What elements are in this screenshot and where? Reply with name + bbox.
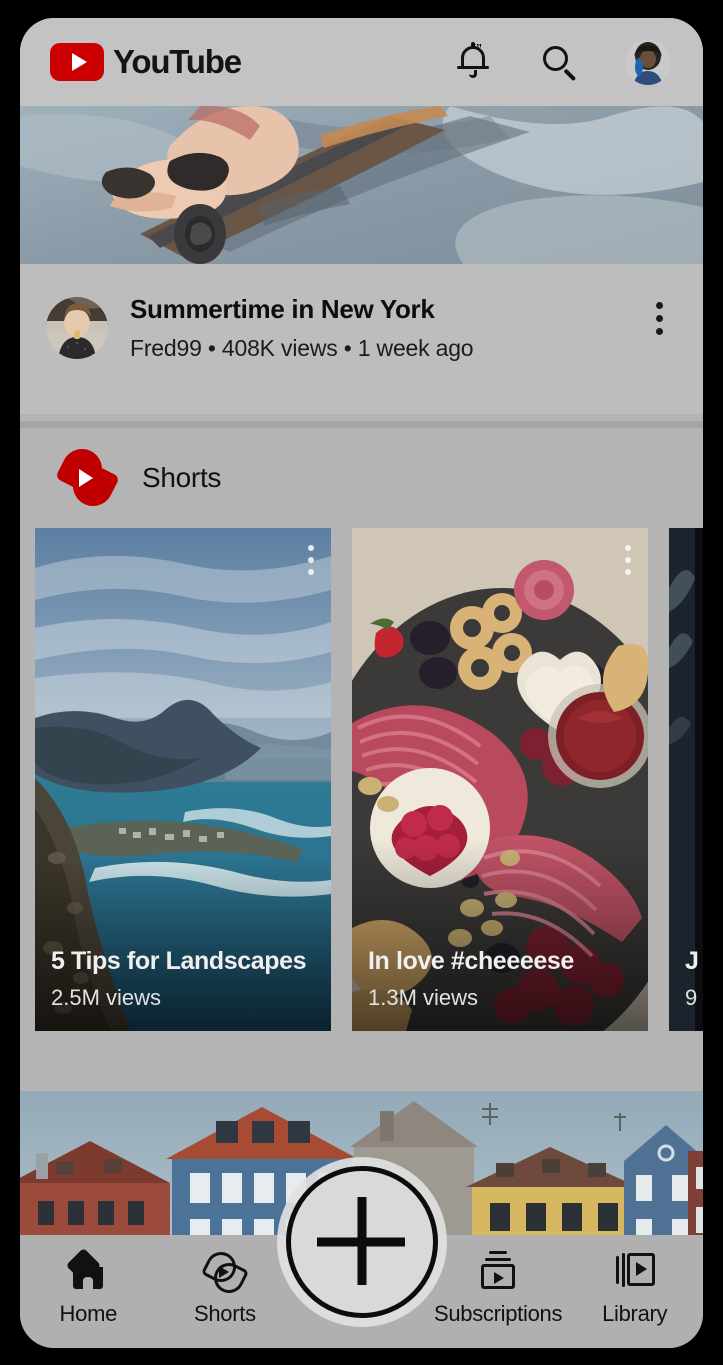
shorts-card-views: 2.5M views (51, 985, 162, 1010)
nav-label-home: Home (59, 1301, 118, 1326)
bell-icon[interactable] (453, 42, 493, 82)
shorts-logo-icon (55, 442, 120, 513)
shorts-shelf: Shorts 5 Tips for Landscapes 2.5M views … (20, 428, 703, 1058)
shorts-card-menu-icon[interactable] (308, 545, 314, 581)
shorts-card-menu-icon[interactable] (625, 545, 631, 581)
nav-label-shorts: Shorts (193, 1301, 256, 1326)
shorts-card[interactable]: 5 Tips for Landscapes 2.5M views (35, 528, 331, 1031)
phone-screen: YouTube Summertime in New York Fred99 • … (20, 18, 703, 1348)
shorts-card-caption: 5 Tips for Landscapes 2.5M views (35, 947, 331, 1031)
kebab-menu-icon[interactable] (643, 300, 677, 340)
shorts-card-views: 9 (685, 985, 698, 1010)
avatar-image (625, 39, 671, 85)
video-thumbnail[interactable] (20, 106, 703, 264)
avatar[interactable] (625, 39, 671, 85)
search-icon[interactable] (539, 42, 579, 82)
shorts-icon (200, 1246, 250, 1299)
shorts-card-views: 1.3M views (368, 985, 479, 1010)
nav-item-home[interactable]: Home (20, 1247, 157, 1327)
video-title: Summertime in New York (130, 294, 435, 324)
header-actions (453, 39, 671, 85)
nav-label-subscriptions: Subscriptions (433, 1301, 563, 1326)
skateboard-photo (20, 106, 703, 264)
shorts-card-caption: In love #cheeeese 1.3M views (352, 947, 648, 1031)
shorts-card[interactable]: In love #cheeeese 1.3M views (352, 528, 648, 1031)
shorts-carousel[interactable]: 5 Tips for Landscapes 2.5M views In love… (20, 528, 703, 1031)
youtube-play-icon (50, 43, 104, 81)
nav-item-shorts[interactable]: Shorts (157, 1246, 294, 1327)
phone-device-frame: YouTube Summertime in New York Fred99 • … (0, 0, 723, 1365)
nav-label-library: Library (602, 1301, 668, 1326)
shorts-card-caption: J 9 (669, 947, 703, 1031)
video-meta-row[interactable]: Summertime in New York Fred99 • 408K vie… (20, 264, 703, 414)
shorts-card-title: In love #cheeeese (368, 947, 574, 976)
shorts-card[interactable]: J 9 (669, 528, 703, 1031)
shorts-card-title: J (685, 947, 699, 976)
shorts-header[interactable]: Shorts (20, 428, 703, 528)
video-subtitle: Fred99 • 408K views • 1 week ago (130, 335, 474, 361)
nav-item-library[interactable]: Library (566, 1251, 703, 1327)
create-button[interactable] (285, 1166, 438, 1318)
channel-avatar-image (46, 297, 108, 359)
shorts-card-title: 5 Tips for Landscapes (51, 947, 307, 976)
section-divider (20, 421, 703, 428)
channel-avatar[interactable] (46, 297, 108, 359)
video-meta-text: Summertime in New York Fred99 • 408K vie… (130, 294, 643, 362)
subscriptions-icon (477, 1251, 519, 1291)
library-icon (614, 1251, 656, 1291)
shorts-section-title: Shorts (142, 462, 222, 493)
nav-item-subscriptions[interactable]: Subscriptions (430, 1251, 567, 1327)
youtube-logo[interactable]: YouTube (50, 43, 242, 81)
youtube-wordmark: YouTube (113, 43, 242, 80)
app-header: YouTube (20, 18, 703, 106)
home-icon (66, 1247, 109, 1291)
